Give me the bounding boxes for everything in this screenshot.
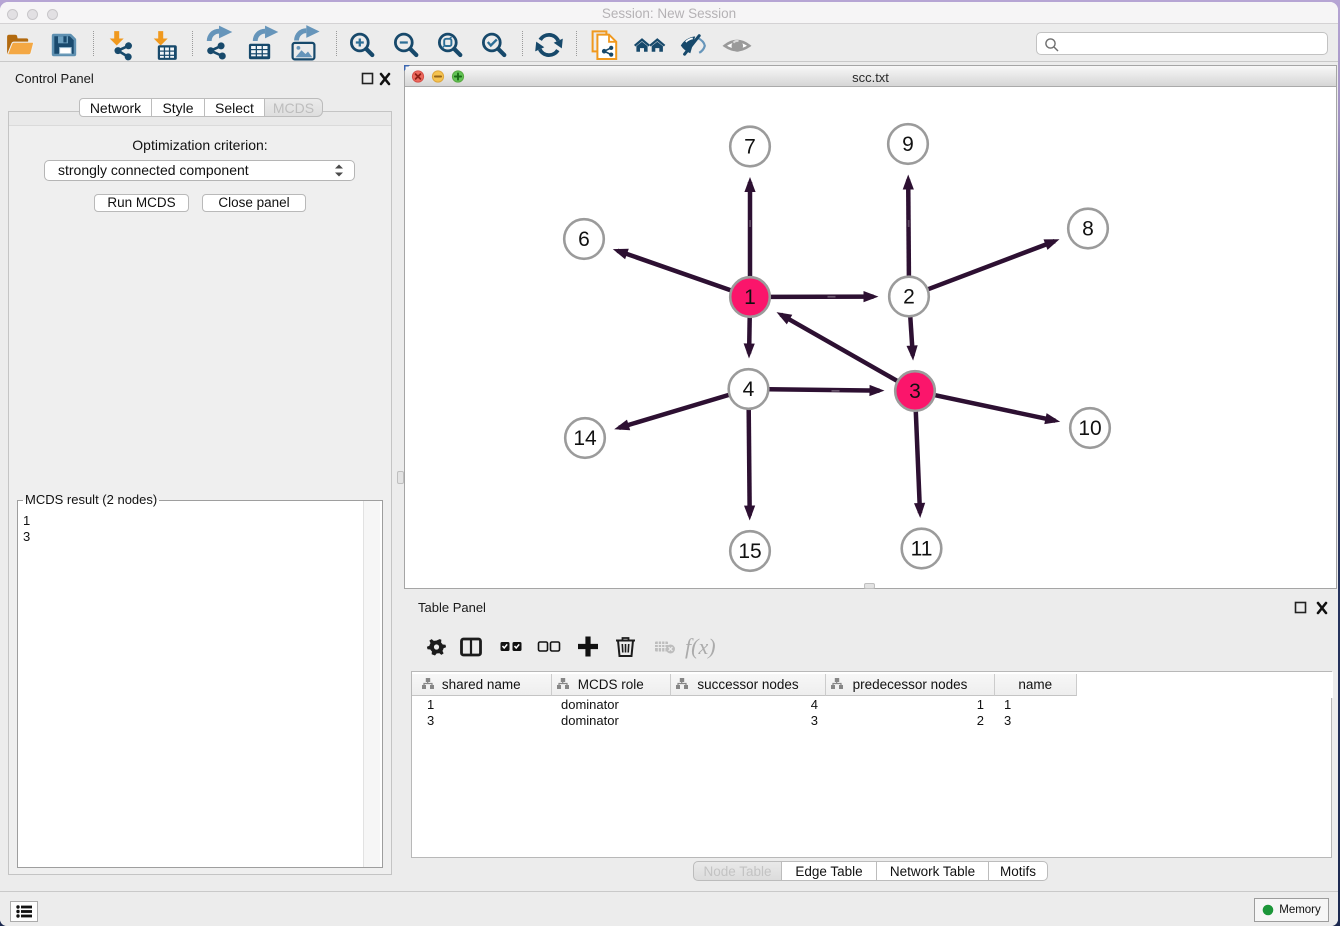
svg-text:15: 15 <box>738 540 761 563</box>
svg-text:2: 2 <box>903 286 915 309</box>
svg-text:10: 10 <box>1078 417 1101 440</box>
svg-text:f(x): f(x) <box>685 634 716 659</box>
svg-text:11: 11 <box>911 538 933 561</box>
svg-text:6: 6 <box>578 228 590 251</box>
svg-text:9: 9 <box>902 133 914 156</box>
svg-text:7: 7 <box>744 136 756 159</box>
svg-text:1: 1 <box>744 286 756 309</box>
svg-text:14: 14 <box>573 427 597 450</box>
svg-text:8: 8 <box>1082 218 1094 241</box>
svg-text:3: 3 <box>909 380 921 403</box>
svg-text:4: 4 <box>743 378 755 401</box>
